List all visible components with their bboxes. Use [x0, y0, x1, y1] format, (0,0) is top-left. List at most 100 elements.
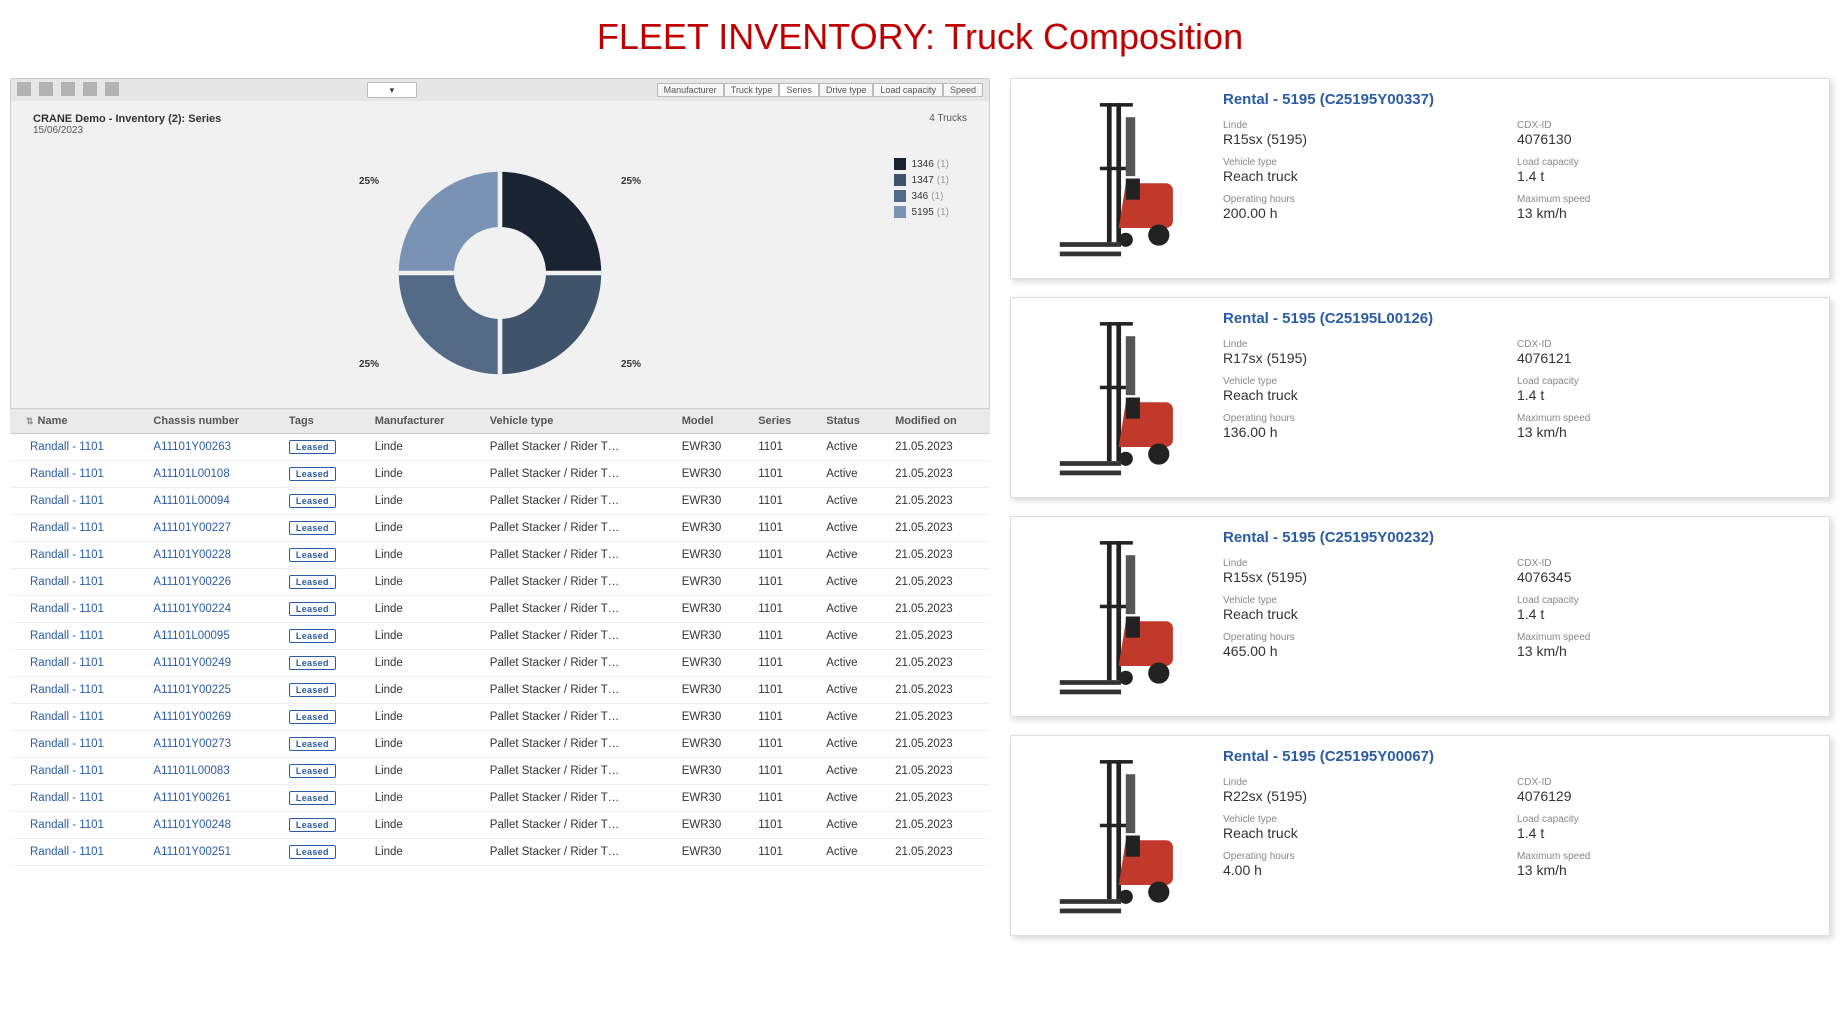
tab-truck-type[interactable]: Truck type: [724, 83, 780, 97]
legend-item[interactable]: 346(1): [894, 190, 949, 202]
cell-chassis[interactable]: A11101L00095: [143, 623, 279, 650]
table-row[interactable]: Randall - 1101A11101L00095LeasedLindePal…: [10, 623, 990, 650]
doc-icon[interactable]: [83, 82, 97, 96]
spec-label: Operating hours: [1223, 413, 1517, 424]
table-row[interactable]: Randall - 1101A11101Y00249LeasedLindePal…: [10, 650, 990, 677]
table-row[interactable]: Randall - 1101A11101Y00261LeasedLindePal…: [10, 785, 990, 812]
col-tags[interactable]: Tags: [279, 409, 365, 434]
vehicle-card[interactable]: Rental - 5195 (C25195L00126)LindeR17sx (…: [1010, 297, 1830, 498]
tab-series[interactable]: Series: [779, 83, 819, 97]
cell-model: EWR30: [672, 488, 749, 515]
cell-chassis[interactable]: A11101Y00226: [143, 569, 279, 596]
card-title[interactable]: Rental - 5195 (C25195L00126): [1223, 310, 1811, 327]
back-icon[interactable]: [17, 82, 31, 96]
cell-name[interactable]: Randall - 1101: [10, 731, 143, 758]
vehicle-card[interactable]: Rental - 5195 (C25195Y00067)LindeR22sx (…: [1010, 735, 1830, 936]
donut-chart[interactable]: 25% 25% 25% 25%: [385, 158, 615, 388]
refresh-icon[interactable]: [61, 82, 75, 96]
home-icon[interactable]: [39, 82, 53, 96]
spec-value: 13 km/h: [1517, 862, 1811, 878]
col-name[interactable]: ⇅Name: [10, 409, 143, 434]
cell-modified: 21.05.2023: [885, 812, 990, 839]
slice-label: 25%: [359, 176, 379, 187]
cell-name[interactable]: Randall - 1101: [10, 461, 143, 488]
table-row[interactable]: Randall - 1101A11101Y00225LeasedLindePal…: [10, 677, 990, 704]
table-row[interactable]: Randall - 1101A11101L00083LeasedLindePal…: [10, 758, 990, 785]
card-title[interactable]: Rental - 5195 (C25195Y00067): [1223, 748, 1811, 765]
cell-tags: Leased: [279, 488, 365, 515]
tab-drive-type[interactable]: Drive type: [819, 83, 874, 97]
cell-chassis[interactable]: A11101Y00228: [143, 542, 279, 569]
cell-chassis[interactable]: A11101Y00273: [143, 731, 279, 758]
save-icon[interactable]: [105, 82, 119, 96]
cell-chassis[interactable]: A11101L00094: [143, 488, 279, 515]
cell-chassis[interactable]: A11101Y00251: [143, 839, 279, 866]
cell-name[interactable]: Randall - 1101: [10, 785, 143, 812]
card-title[interactable]: Rental - 5195 (C25195Y00232): [1223, 529, 1811, 546]
cell-chassis[interactable]: A11101Y00225: [143, 677, 279, 704]
legend-item[interactable]: 1346(1): [894, 158, 949, 170]
cell-chassis[interactable]: A11101L00083: [143, 758, 279, 785]
vehicle-thumb: [1029, 748, 1199, 923]
table-row[interactable]: Randall - 1101A11101L00108LeasedLindePal…: [10, 461, 990, 488]
table-row[interactable]: Randall - 1101A11101Y00269LeasedLindePal…: [10, 704, 990, 731]
col-manufacturer[interactable]: Manufacturer: [365, 409, 480, 434]
tab-load-capacity[interactable]: Load capacity: [873, 83, 943, 97]
cell-chassis[interactable]: A11101L00108: [143, 461, 279, 488]
cell-name[interactable]: Randall - 1101: [10, 758, 143, 785]
col-modified-on[interactable]: Modified on: [885, 409, 990, 434]
cell-name[interactable]: Randall - 1101: [10, 623, 143, 650]
cell-tags: Leased: [279, 731, 365, 758]
cell-name[interactable]: Randall - 1101: [10, 650, 143, 677]
card-title[interactable]: Rental - 5195 (C25195Y00337): [1223, 91, 1811, 108]
cell-name[interactable]: Randall - 1101: [10, 677, 143, 704]
col-model[interactable]: Model: [672, 409, 749, 434]
cell-chassis[interactable]: A11101Y00224: [143, 596, 279, 623]
legend-item[interactable]: 1347(1): [894, 174, 949, 186]
cell-name[interactable]: Randall - 1101: [10, 839, 143, 866]
cell-series: 1101: [748, 812, 816, 839]
vehicle-card[interactable]: Rental - 5195 (C25195Y00337)LindeR15sx (…: [1010, 78, 1830, 279]
col-status[interactable]: Status: [816, 409, 885, 434]
cell-chassis[interactable]: A11101Y00248: [143, 812, 279, 839]
cell-name[interactable]: Randall - 1101: [10, 542, 143, 569]
vehicle-card[interactable]: Rental - 5195 (C25195Y00232)LindeR15sx (…: [1010, 516, 1830, 717]
legend-label: 5195: [912, 207, 934, 218]
table-row[interactable]: Randall - 1101A11101Y00273LeasedLindePal…: [10, 731, 990, 758]
cell-chassis[interactable]: A11101Y00227: [143, 515, 279, 542]
toolbar-dropdown[interactable]: ▾: [367, 82, 417, 98]
col-vehicle-type[interactable]: Vehicle type: [480, 409, 672, 434]
cell-name[interactable]: Randall - 1101: [10, 812, 143, 839]
cell-name[interactable]: Randall - 1101: [10, 515, 143, 542]
cell-name[interactable]: Randall - 1101: [10, 704, 143, 731]
table-row[interactable]: Randall - 1101A11101Y00224LeasedLindePal…: [10, 596, 990, 623]
col-chassis-number[interactable]: Chassis number: [143, 409, 279, 434]
cell-chassis[interactable]: A11101Y00269: [143, 704, 279, 731]
cell-name[interactable]: Randall - 1101: [10, 569, 143, 596]
table-row[interactable]: Randall - 1101A11101Y00251LeasedLindePal…: [10, 839, 990, 866]
table-row[interactable]: Randall - 1101A11101Y00227LeasedLindePal…: [10, 515, 990, 542]
cell-name[interactable]: Randall - 1101: [10, 596, 143, 623]
table-row[interactable]: Randall - 1101A11101Y00248LeasedLindePal…: [10, 812, 990, 839]
legend-item[interactable]: 5195(1): [894, 206, 949, 218]
tab-manufacturer[interactable]: Manufacturer: [657, 83, 724, 97]
cell-name[interactable]: Randall - 1101: [10, 488, 143, 515]
table-row[interactable]: Randall - 1101A11101Y00226LeasedLindePal…: [10, 569, 990, 596]
cell-name[interactable]: Randall - 1101: [10, 434, 143, 461]
cell-modified: 21.05.2023: [885, 488, 990, 515]
spec-label: Vehicle type: [1223, 157, 1517, 168]
cell-chassis[interactable]: A11101Y00263: [143, 434, 279, 461]
cell-model: EWR30: [672, 677, 749, 704]
table-row[interactable]: Randall - 1101A11101Y00263LeasedLindePal…: [10, 434, 990, 461]
cell-series: 1101: [748, 623, 816, 650]
tag-leased: Leased: [289, 656, 336, 670]
col-series[interactable]: Series: [748, 409, 816, 434]
tab-speed[interactable]: Speed: [943, 83, 983, 97]
cell-status: Active: [816, 812, 885, 839]
cell-chassis[interactable]: A11101Y00249: [143, 650, 279, 677]
legend-count: (1): [937, 207, 949, 218]
spec-value: 4076121: [1517, 350, 1811, 366]
table-row[interactable]: Randall - 1101A11101L00094LeasedLindePal…: [10, 488, 990, 515]
table-row[interactable]: Randall - 1101A11101Y00228LeasedLindePal…: [10, 542, 990, 569]
cell-chassis[interactable]: A11101Y00261: [143, 785, 279, 812]
